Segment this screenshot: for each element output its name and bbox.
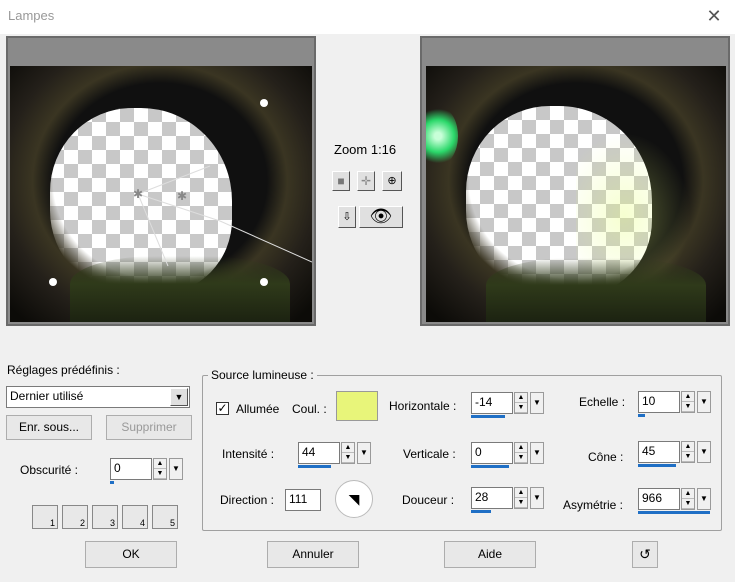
close-icon[interactable]: ✕ [704,5,724,27]
softness-label: Douceur : [402,493,455,507]
light-handle[interactable] [49,278,57,286]
help-button[interactable]: Aide [444,541,536,568]
cone-label: Cône : [588,450,624,464]
intensity-spinner[interactable]: ▲ ▼ [341,442,355,464]
cave-moss [486,258,706,322]
vertical-slider[interactable] [471,465,509,468]
vertical-menu-icon[interactable]: ▼ [530,442,544,464]
horizontal-spinner[interactable]: ▲ ▼ [514,392,528,414]
lit-checkbox[interactable]: ✓ [216,402,229,415]
darkness-input[interactable]: 0 [110,458,152,480]
preset-slot-2[interactable]: 2 [62,505,88,529]
scale-menu-icon[interactable]: ▼ [697,391,711,413]
light-handle[interactable] [260,99,268,107]
intensity-input[interactable]: 44 [298,442,340,464]
cone-menu-icon[interactable]: ▼ [697,441,711,463]
color-swatch[interactable] [336,391,378,421]
color-label: Coul. : [292,402,327,416]
pin-icon[interactable]: ⇩ [338,206,356,228]
cone-spinner[interactable]: ▲ ▼ [681,441,695,463]
svg-text:✱: ✱ [133,187,143,201]
preset-slot-4[interactable]: 4 [122,505,148,529]
horizontal-menu-icon[interactable]: ▼ [530,392,544,414]
zoom-in-icon[interactable]: ⊕ [382,171,402,191]
horizontal-label: Horizontale : [389,399,457,413]
svg-text:✱: ✱ [177,189,187,203]
presets-label: Réglages prédéfinis : [7,363,120,377]
move-icon[interactable]: ✛ [357,171,375,191]
window-title: Lampes [8,8,55,23]
scale-input[interactable]: 10 [638,391,680,413]
cancel-button[interactable]: Annuler [267,541,359,568]
preset-slot-3[interactable]: 3 [92,505,118,529]
darkness-slider[interactable] [110,481,114,484]
preset-selected-value: Dernier utilisé [10,389,84,403]
intensity-menu-icon[interactable]: ▼ [357,442,371,464]
title-bar [0,0,735,34]
scale-spinner[interactable]: ▲ ▼ [681,391,695,413]
preset-slot-1[interactable]: 1 [32,505,58,529]
softness-spinner[interactable]: ▲ ▼ [514,487,528,509]
chevron-down-icon[interactable]: ▼ [170,388,188,406]
intensity-slider[interactable] [298,465,331,468]
darkness-spinner[interactable]: ▲ ▼ [153,458,167,480]
preset-select[interactable]: Dernier utilisé ▼ [6,386,190,408]
light-handle[interactable] [260,278,268,286]
direction-label: Direction : [220,493,275,507]
zoom-label: Zoom 1:16 [334,142,397,157]
softness-slider[interactable] [471,510,491,513]
softness-menu-icon[interactable]: ▼ [530,487,544,509]
vertical-label: Verticale : [403,447,456,461]
preset-slot-5[interactable]: 5 [152,505,178,529]
direction-input[interactable]: 111 [285,489,321,511]
cone-slider[interactable] [638,464,676,467]
darkness-menu-icon[interactable]: ▼ [169,458,183,480]
cone-input[interactable]: 45 [638,441,680,463]
vertical-input[interactable]: 0 [471,442,513,464]
light-source-group-label: Source lumineuse : [208,368,317,382]
softness-input[interactable]: 28 [471,487,513,509]
direction-dial-icon[interactable]: ◥ [335,480,373,518]
vertical-spinner[interactable]: ▲ ▼ [514,442,528,464]
darkness-label: Obscurité : [20,463,79,477]
reset-icon[interactable]: ↺ [632,541,658,568]
intensity-label: Intensité : [222,447,275,461]
scale-slider[interactable] [638,414,645,417]
asymmetry-slider[interactable] [638,511,710,514]
ok-button[interactable]: OK [85,541,177,568]
result-preview [426,66,726,322]
stop-icon[interactable]: ■ [332,171,350,191]
asymmetry-label: Asymétrie : [563,498,624,512]
horizontal-input[interactable]: -14 [471,392,513,414]
delete-preset-button[interactable]: Supprimer [106,415,192,440]
source-preview[interactable]: ✱ ✱ [10,66,312,322]
asymmetry-input[interactable]: 966 [638,488,680,510]
eye-icon[interactable]: 👁 [359,206,403,228]
scale-label: Echelle : [579,395,626,409]
save-as-button[interactable]: Enr. sous... [6,415,92,440]
asymmetry-menu-icon[interactable]: ▼ [697,488,711,510]
lit-label: Allumée [236,402,280,416]
asymmetry-spinner[interactable]: ▲ ▼ [681,488,695,510]
horizontal-slider[interactable] [471,415,505,418]
